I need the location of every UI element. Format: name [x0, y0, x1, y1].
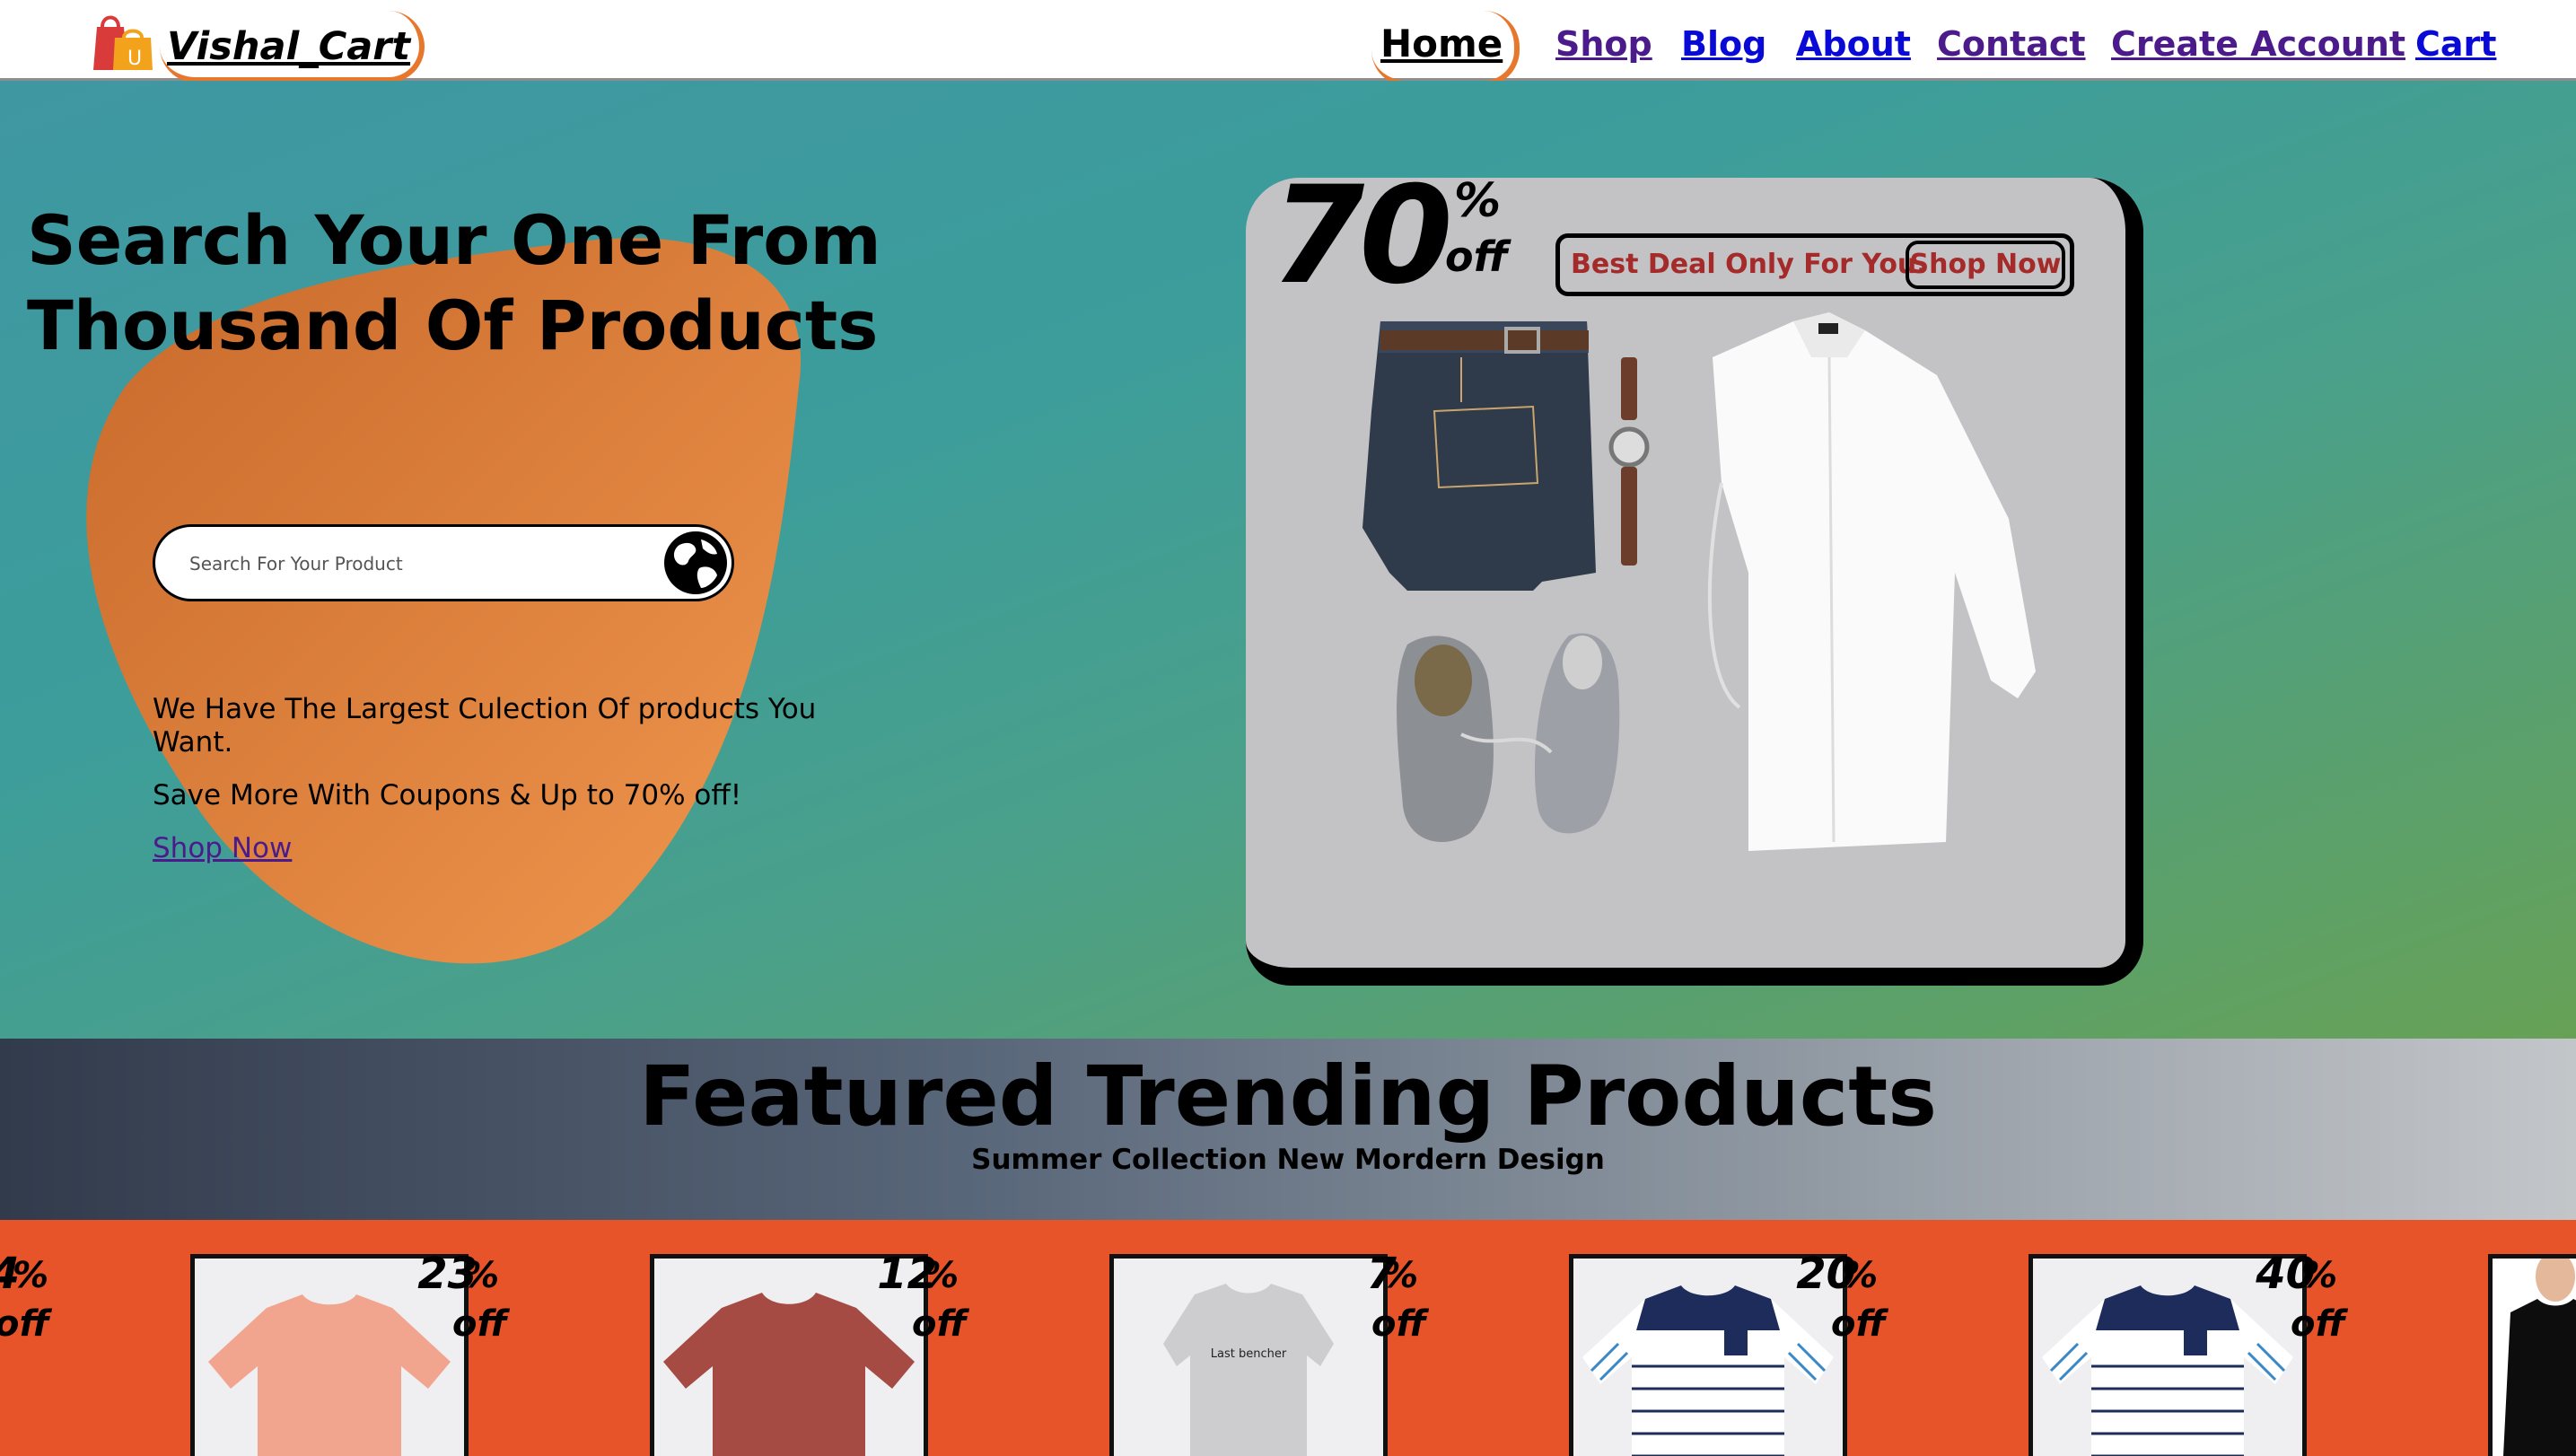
nav-cart-link[interactable]: Cart — [2415, 22, 2496, 66]
deal-banner-text: Best Deal Only For You. — [1571, 249, 1927, 280]
product-discount: 23 — [417, 1249, 478, 1299]
product-discount-off: off — [1371, 1303, 1426, 1345]
svg-text:U: U — [127, 48, 142, 70]
nav-shop-link[interactable]: Shop — [1555, 22, 1652, 66]
white-shirt-image — [1707, 312, 2036, 851]
shopping-bags-icon[interactable]: U — [88, 11, 156, 72]
product-discount-off: off — [912, 1303, 967, 1345]
featured-section: Featured Trending Products Summer Collec… — [0, 1039, 2576, 1220]
product-discount-off: off — [1831, 1303, 1886, 1345]
product-discount: 7 — [1366, 1249, 1397, 1299]
nav-blog-link[interactable]: Blog — [1681, 22, 1766, 66]
product-discount-off: off — [452, 1303, 507, 1345]
site-header: U Vishal_Cart Home Shop Blog About Conta… — [0, 0, 2576, 86]
deal-card: 70 % off Best Deal Only For You. Shop No… — [1246, 169, 2143, 986]
deal-off-label: off — [1445, 232, 1508, 281]
hero-shop-now-link[interactable]: Shop Now — [153, 830, 292, 866]
product-discount-percent: % — [1382, 1255, 1419, 1296]
product-card[interactable] — [2488, 1254, 2576, 1456]
brand-logo[interactable]: Vishal_Cart — [160, 11, 425, 83]
product-discount-percent: % — [13, 1255, 49, 1296]
featured-title: Featured Trending Products — [638, 1048, 1938, 1145]
deal-shop-now-button[interactable]: Shop Now — [1906, 241, 2065, 289]
hero-section: Search Your One From Thousand Of Product… — [0, 81, 2576, 1039]
sneakers-image — [1397, 633, 1620, 842]
product-discount-percent: % — [923, 1255, 959, 1296]
jeans-image — [1362, 321, 1596, 591]
product-discount: 20 — [1796, 1249, 1856, 1299]
brand-name: Vishal_Cart — [167, 24, 411, 69]
product-discount: 12 — [877, 1249, 937, 1299]
search-input[interactable] — [188, 527, 622, 601]
search-bar — [153, 524, 734, 601]
nav-contact-link[interactable]: Contact — [1937, 22, 2086, 66]
nav-home-label: Home — [1380, 22, 1503, 66]
nav-create-account-link[interactable]: Create Account — [2111, 22, 2405, 66]
product-discount-percent: % — [463, 1255, 500, 1296]
product-carousel: 4 % off 23 % off 12 % off Last bencher 7… — [0, 1220, 2576, 1456]
nav-about-link[interactable]: About — [1796, 22, 1911, 66]
deal-percent: 70 — [1271, 158, 1453, 314]
hero-description: We Have The Largest Culection Of product… — [153, 693, 817, 759]
globe-icon[interactable] — [662, 529, 730, 597]
featured-subtitle: Summer Collection New Mordern Design — [971, 1144, 1605, 1176]
nav-home-link[interactable]: Home — [1371, 11, 1520, 86]
black-tshirt-model-image — [2493, 1259, 2576, 1456]
deal-banner: Best Deal Only For You. Shop Now — [1555, 233, 2074, 296]
product-discount-off: off — [2291, 1303, 2345, 1345]
outfit-flatlay-image — [1362, 312, 2036, 851]
tshirt-print-text: Last bencher — [1211, 1347, 1287, 1361]
product-discount-off: off — [0, 1303, 49, 1345]
hero-title: Search Your One From Thousand Of Product… — [27, 200, 881, 365]
product-discount-percent: % — [1842, 1255, 1879, 1296]
deal-percent-sign: % — [1454, 174, 1502, 228]
hero-coupon-text: Save More With Coupons & Up to 70% off! — [153, 779, 742, 811]
watch-image — [1608, 357, 1650, 566]
product-discount-percent: % — [2301, 1255, 2338, 1296]
product-discount: 40 — [2256, 1249, 2316, 1299]
